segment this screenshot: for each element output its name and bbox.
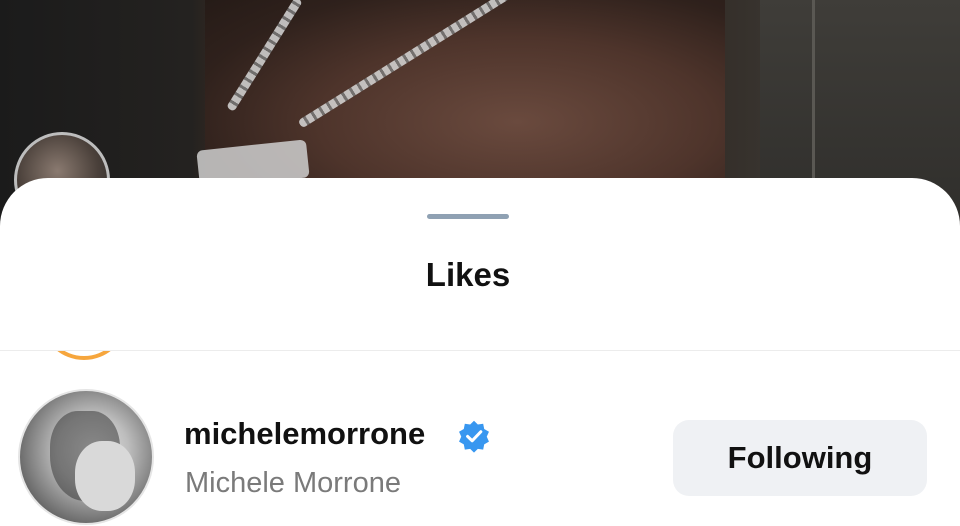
- full-name: Michele Morrone: [185, 467, 401, 499]
- following-button[interactable]: Following: [673, 420, 927, 496]
- sheet-title: Likes: [425, 256, 511, 293]
- story-ring-fragment: [40, 350, 128, 360]
- verified-badge-icon: [459, 420, 489, 453]
- sheet-drag-handle[interactable]: [427, 214, 509, 219]
- username[interactable]: michelemorrone: [184, 416, 425, 452]
- avatar[interactable]: [18, 389, 154, 525]
- likes-sheet: Likes michelemorrone Michele Morrone Fol…: [0, 178, 960, 526]
- background-door-edge: [812, 0, 815, 180]
- header-divider: [0, 350, 960, 351]
- list-item[interactable]: michelemorrone Michele Morrone Following: [0, 388, 960, 526]
